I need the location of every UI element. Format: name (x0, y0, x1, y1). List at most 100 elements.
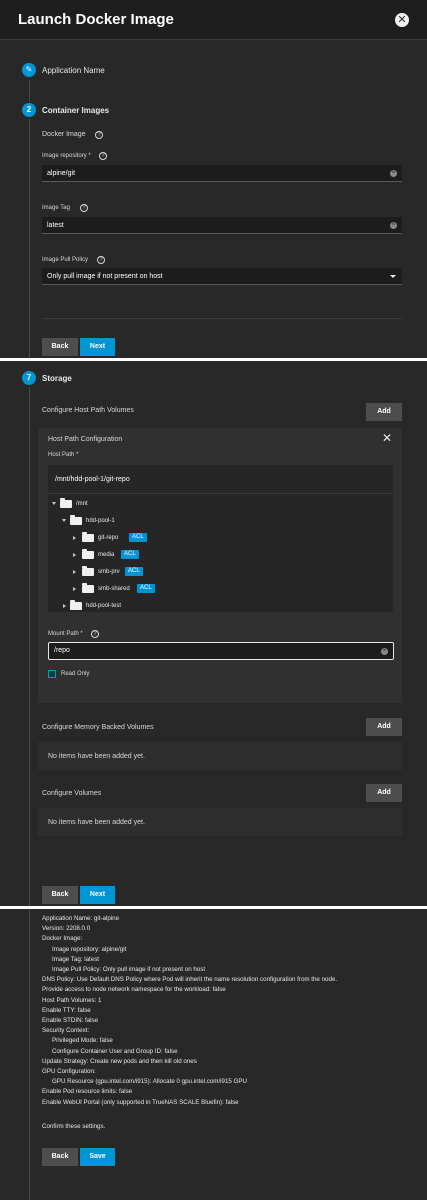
folder-icon (70, 515, 82, 525)
help-icon[interactable]: ? (91, 630, 99, 638)
add-host-path-button[interactable]: Add (366, 403, 402, 421)
summary-line: Security Context: (42, 1027, 90, 1035)
acl-badge: ACL (129, 533, 147, 542)
acl-badge: ACL (125, 567, 143, 576)
help-icon[interactable]: ? (97, 256, 105, 264)
tree-node[interactable]: media ACL (72, 549, 352, 560)
image-repository-input[interactable]: alpine/git × (42, 165, 402, 182)
chevron-down-icon[interactable] (62, 519, 66, 522)
step-container-images[interactable]: Container Images (42, 106, 109, 115)
host-path-input[interactable]: /mnt/hdd-pool-1/git-repo (48, 465, 393, 494)
chevron-right-icon[interactable] (63, 604, 66, 608)
clear-icon[interactable]: × (390, 222, 397, 229)
mount-path-label: Mount Path * (48, 631, 83, 637)
tree-node[interactable]: git-repo ACL (72, 532, 352, 543)
close-icon[interactable]: ✕ (382, 431, 392, 445)
help-icon[interactable]: ? (99, 152, 107, 160)
tree-node[interactable]: hdd-pool-1 (62, 515, 352, 526)
step-storage[interactable]: Storage (42, 374, 72, 383)
acl-badge: ACL (137, 584, 155, 593)
image-tag-label: Image Tag (42, 205, 70, 211)
pull-policy-value: Only pull image if not present on host (47, 273, 163, 280)
step-application-name[interactable]: Application Name (42, 66, 105, 75)
tree-node-label: git-repo (98, 535, 119, 541)
divider (42, 318, 402, 319)
summary-line: Version: 2208.0.0 (42, 925, 91, 933)
summary-line: Enable Pod resource limits: false (42, 1088, 133, 1096)
dialog-header: Launch Docker Image ✕ (0, 0, 427, 40)
tree-node[interactable]: hdd-pool-test (62, 600, 352, 611)
step-connector (29, 909, 30, 1200)
help-icon[interactable]: ? (95, 131, 103, 139)
pull-policy-label: Image Pull Policy (42, 257, 89, 263)
chevron-right-icon[interactable] (73, 587, 76, 591)
read-only-label: Read Only (61, 671, 90, 677)
back-button[interactable]: Back (42, 338, 78, 356)
folder-icon (82, 566, 94, 576)
tree-node-label: smb-prv (98, 569, 120, 575)
read-only-checkbox[interactable] (48, 670, 56, 678)
chevron-down-icon (390, 275, 396, 278)
image-tag-input[interactable]: latest × (42, 217, 402, 234)
back-button[interactable]: Back (42, 886, 78, 904)
chevron-down-icon[interactable] (52, 502, 56, 505)
chevron-right-icon[interactable] (73, 570, 76, 574)
launch-wizard-panel: Launch Docker Image ✕ ✎ Application Name… (0, 0, 427, 358)
storage-step-panel: 7 Storage Configure Host Path Volumes Ad… (0, 361, 427, 906)
host-path-tree: /mnt/hdd-pool-1/git-repo /mnt hdd-pool-1… (48, 465, 393, 612)
host-path-volumes-label: Configure Host Path Volumes (42, 407, 134, 414)
confirm-text: Confirm these settings. (42, 1123, 106, 1130)
close-icon[interactable]: ✕ (395, 13, 409, 27)
empty-state-text: No items have been added yet. (48, 819, 145, 826)
summary-line: GPU Resource (gpu.intel.com/i915): Alloc… (52, 1078, 248, 1086)
help-icon[interactable]: ? (80, 204, 88, 212)
tree-node-label: hdd-pool-test (86, 603, 122, 609)
edit-icon: ✎ (22, 63, 36, 77)
tree-node[interactable]: smb-prv ACL (72, 566, 352, 577)
summary-line: Configure Container User and Group ID: f… (52, 1047, 178, 1055)
host-path-configuration-card: Host Path Configuration ✕ Host Path * /m… (38, 428, 402, 703)
summary-line: DNS Policy: Use Default DNS Policy where… (42, 976, 338, 984)
summary-line: Image Pull Policy: Only pull image if no… (52, 966, 206, 973)
mount-path-input[interactable]: /repo × (48, 642, 394, 660)
empty-state-text: No items have been added yet. (48, 753, 145, 760)
chevron-right-icon[interactable] (73, 536, 76, 540)
docker-image-label: Docker Image (42, 131, 86, 138)
mount-path-value: /repo (54, 647, 70, 654)
folder-icon (82, 549, 94, 559)
add-volume-button[interactable]: Add (366, 784, 402, 802)
dialog-title: Launch Docker Image (18, 11, 174, 28)
step-connector (29, 119, 30, 358)
clear-icon[interactable]: × (390, 170, 397, 177)
tree-node-label: /mnt (76, 501, 88, 507)
folder-icon (70, 600, 82, 610)
folder-icon (60, 498, 72, 508)
summary-line: Enable STDIN: false (42, 1017, 99, 1024)
image-repository-value: alpine/git (47, 170, 76, 177)
summary-line: Image repository: alpine/git (52, 945, 127, 953)
folder-icon (82, 532, 94, 542)
back-button[interactable]: Back (42, 1148, 78, 1166)
volumes-list: No items have been added yet. (38, 808, 402, 836)
chevron-right-icon[interactable] (73, 553, 76, 557)
summary-line: Update Strategy: Create new pods and the… (42, 1057, 197, 1065)
tree-node-label: hdd-pool-1 (86, 518, 115, 524)
add-memory-volume-button[interactable]: Add (366, 718, 402, 736)
clear-icon[interactable]: × (381, 648, 388, 655)
next-button[interactable]: Next (80, 886, 115, 904)
tree-node[interactable]: smb-shared ACL (72, 583, 352, 594)
pull-policy-select[interactable]: Only pull image if not present on host (42, 268, 402, 285)
tree-node[interactable]: /mnt (52, 498, 352, 509)
folder-icon (82, 583, 94, 593)
save-button[interactable]: Save (80, 1148, 115, 1166)
tree-node-label: media (98, 552, 115, 558)
summary-line: Image Tag: latest (52, 955, 100, 963)
summary-line: Enable WebUI Portal (only supported in T… (42, 1098, 239, 1106)
tree-node-label: smb-shared (98, 586, 130, 592)
summary-line: GPU Configuration: (42, 1068, 96, 1075)
next-button[interactable]: Next (80, 338, 115, 356)
memory-volumes-label: Configure Memory Backed Volumes (42, 724, 154, 731)
step-number-badge: 7 (22, 371, 36, 385)
host-path-config-title: Host Path Configuration (48, 436, 123, 443)
summary-line: Provide access to node network namespace… (42, 986, 226, 994)
